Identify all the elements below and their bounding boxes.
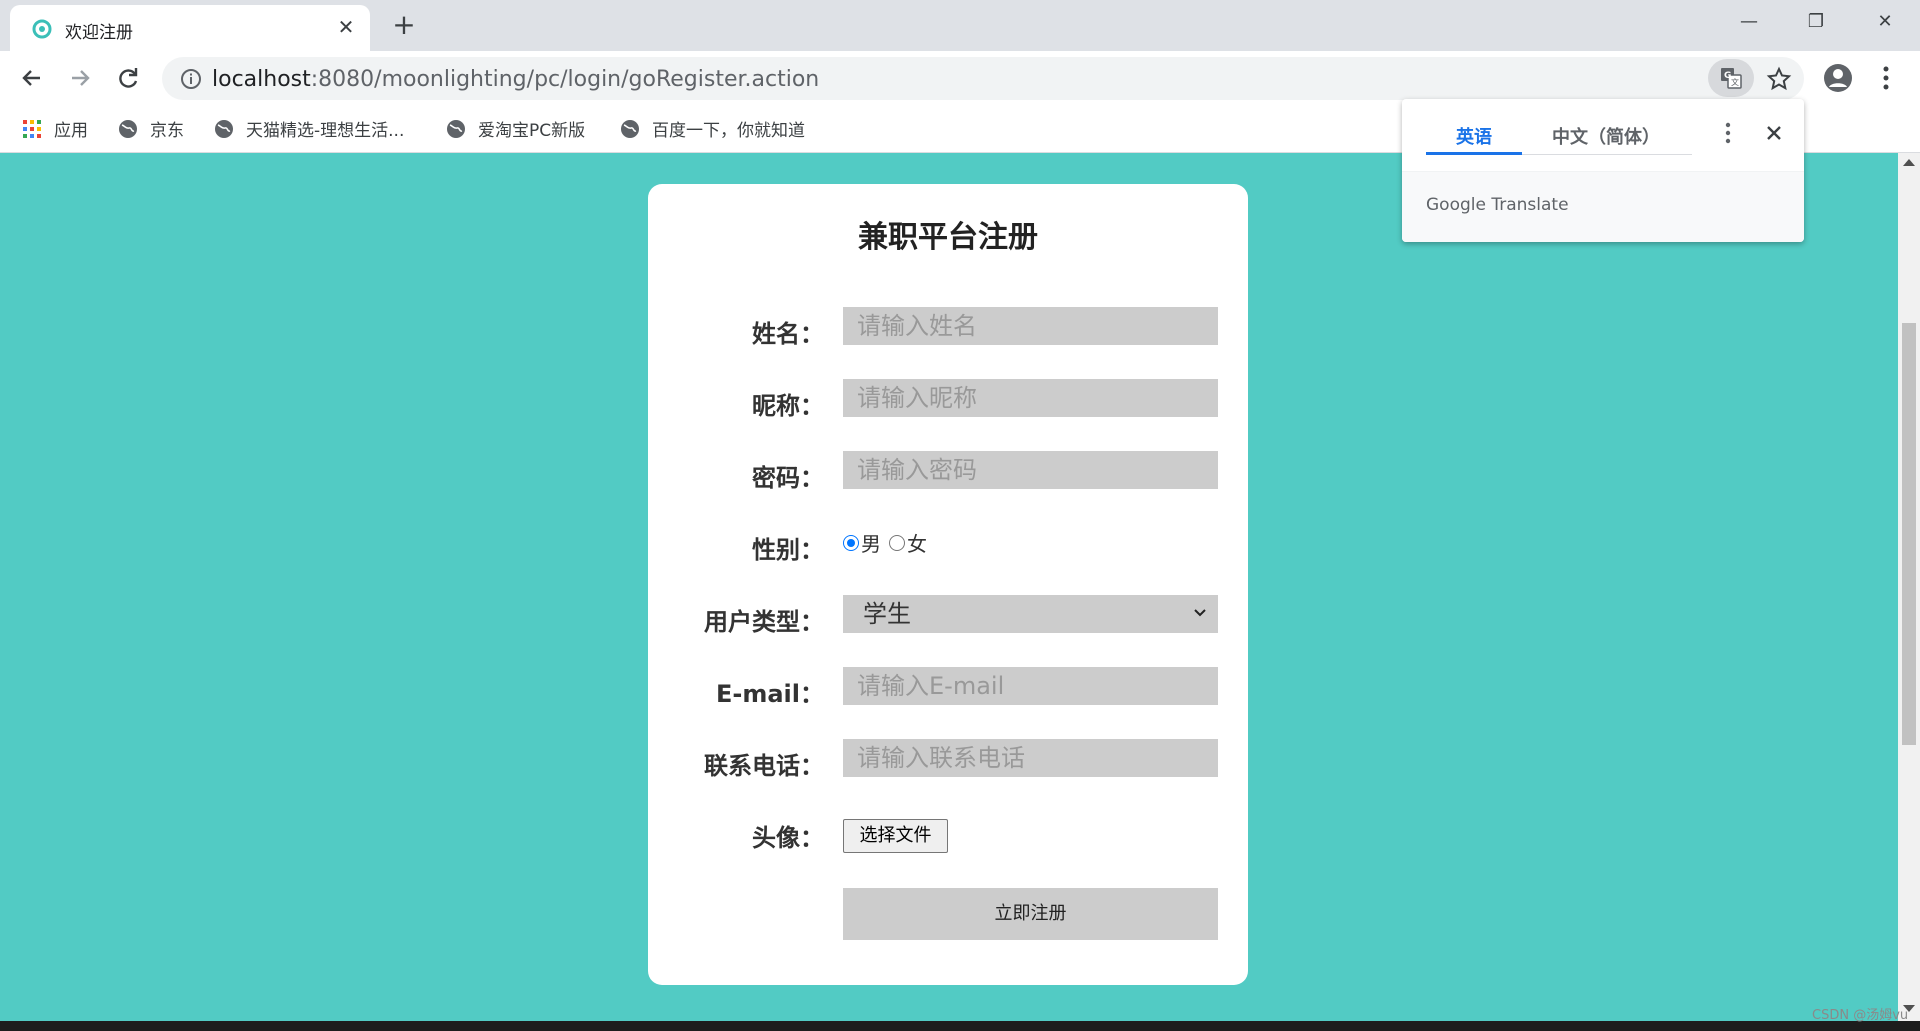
url-host: localhost <box>212 67 311 92</box>
scroll-thumb[interactable] <box>1902 323 1916 745</box>
bookmark-label: 爱淘宝PC新版 <box>478 121 586 141</box>
name-label: 姓名： <box>752 320 824 348</box>
watermark: CSDN @汤姆vu <box>1812 1008 1909 1023</box>
name-input[interactable] <box>843 307 1218 345</box>
usertype-label: 用户类型： <box>704 608 824 636</box>
nickname-label: 昵称： <box>752 392 824 420</box>
usertype-select[interactable]: 学生 <box>843 595 1218 633</box>
password-input[interactable] <box>843 451 1218 489</box>
apps-grid-icon <box>23 119 41 138</box>
globe-icon <box>447 119 465 138</box>
window-close-button[interactable]: ✕ <box>1862 8 1908 36</box>
tab-strip: 欢迎注册 ✕ + — ❐ ✕ <box>0 0 1920 51</box>
browser-menu-icon[interactable] <box>1876 63 1896 93</box>
google-translate-brand: Google Translate <box>1426 195 1569 215</box>
url-text: localhost:8080/moonlighting/pc/login/goR… <box>212 67 819 92</box>
tab-close-icon[interactable]: ✕ <box>336 17 356 37</box>
reload-icon[interactable] <box>112 62 144 94</box>
globe-icon <box>119 119 137 138</box>
more-options-icon[interactable] <box>1718 121 1738 145</box>
gender-male-label: 男 <box>861 532 881 556</box>
bookmark-tmall[interactable]: 天猫精选-理想生活... <box>214 116 404 142</box>
avatar-label: 头像： <box>752 824 824 852</box>
url-path: :8080/moonlighting/pc/login/goRegister.a… <box>310 67 820 92</box>
browser-tab[interactable]: 欢迎注册 ✕ <box>10 5 370 51</box>
chevron-down-icon <box>1194 609 1206 617</box>
bookmark-aitaobao[interactable]: 爱淘宝PC新版 <box>446 116 585 142</box>
translate-tab-english[interactable]: 英语 <box>1456 123 1492 149</box>
register-submit-button[interactable]: 立即注册 <box>843 888 1218 940</box>
register-card: 兼职平台注册 姓名： 昵称： 密码： 性别： 男 女 用户类型： 学生 E-ma… <box>648 184 1248 985</box>
scroll-up-icon[interactable] <box>1903 159 1915 166</box>
translate-button[interactable]: G 文 <box>1708 59 1754 97</box>
bookmark-apps[interactable]: 应用 <box>22 116 88 142</box>
bookmark-label: 京东 <box>150 121 184 141</box>
tab-title: 欢迎注册 <box>65 23 133 43</box>
page-scrollbar[interactable] <box>1898 153 1920 1021</box>
translate-tab-chinese[interactable]: 中文（简体） <box>1552 123 1660 149</box>
gender-label: 性别： <box>752 536 824 564</box>
site-info-icon[interactable] <box>180 68 202 90</box>
svg-text:文: 文 <box>1731 77 1739 87</box>
favicon-icon <box>32 19 52 39</box>
globe-icon <box>621 119 639 138</box>
gender-female-label: 女 <box>907 532 927 556</box>
minimize-button[interactable]: — <box>1726 8 1772 36</box>
usertype-value: 学生 <box>863 600 911 628</box>
phone-input[interactable] <box>843 739 1218 777</box>
new-tab-button[interactable]: + <box>390 11 418 40</box>
taskbar-strip <box>0 1021 1920 1031</box>
email-input[interactable] <box>843 667 1218 705</box>
address-bar[interactable]: localhost:8080/moonlighting/pc/login/goR… <box>162 57 1804 100</box>
bookmark-baidu[interactable]: 百度一下，你就知道 <box>620 116 805 142</box>
restore-button[interactable]: ❐ <box>1793 8 1839 36</box>
email-label: E-mail： <box>715 680 824 708</box>
profile-icon[interactable] <box>1823 63 1853 93</box>
bookmark-label: 应用 <box>54 121 88 141</box>
forward-icon[interactable] <box>64 62 96 94</box>
bookmark-jd[interactable]: 京东 <box>118 116 184 142</box>
bookmark-label: 天猫精选-理想生活... <box>246 121 405 141</box>
translate-popup: 英语 中文（简体） Google Translate <box>1402 99 1804 242</box>
nickname-input[interactable] <box>843 379 1218 417</box>
phone-label: 联系电话： <box>704 752 824 780</box>
globe-icon <box>215 119 233 138</box>
tab-divider <box>1522 154 1692 155</box>
password-label: 密码： <box>752 464 824 492</box>
page-viewport: 兼职平台注册 姓名： 昵称： 密码： 性别： 男 女 用户类型： 学生 E-ma… <box>0 153 1898 1021</box>
browser-toolbar: localhost:8080/moonlighting/pc/login/goR… <box>0 51 1920 106</box>
back-icon[interactable] <box>16 62 48 94</box>
choose-file-button[interactable]: 选择文件 <box>843 819 948 853</box>
gender-male-radio[interactable] <box>843 534 859 551</box>
gender-group: 男 女 <box>843 528 927 557</box>
bookmark-label: 百度一下，你就知道 <box>652 121 805 141</box>
translate-icon: G 文 <box>1721 68 1742 89</box>
bookmark-star-icon[interactable] <box>1766 66 1792 92</box>
page-title: 兼职平台注册 <box>858 220 1038 255</box>
active-tab-indicator <box>1426 152 1522 155</box>
gender-female-radio[interactable] <box>889 534 905 551</box>
close-icon[interactable] <box>1762 121 1786 145</box>
